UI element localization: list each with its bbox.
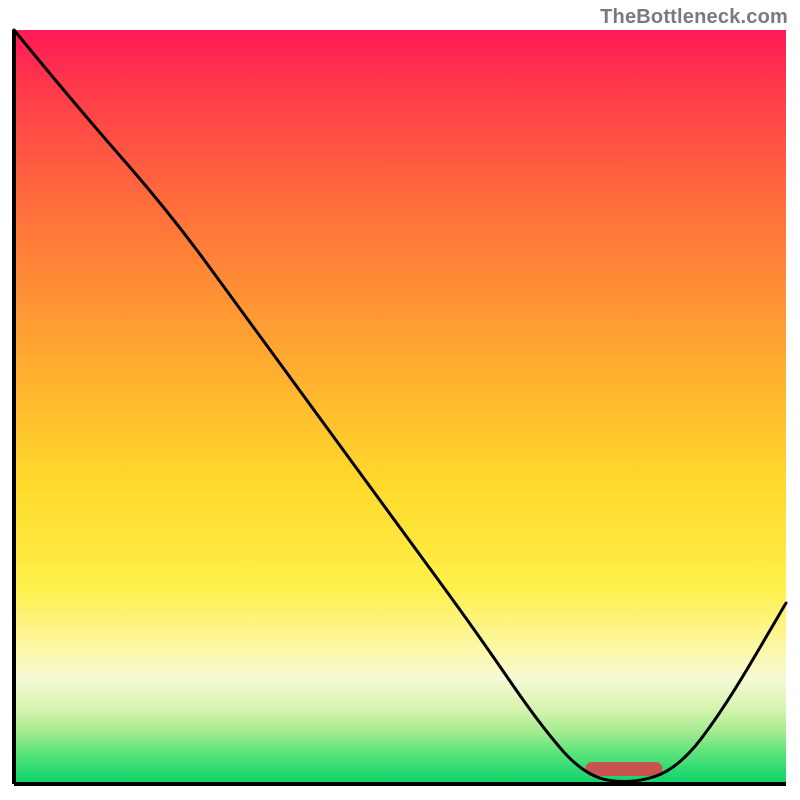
watermark-text: TheBottleneck.com (600, 6, 788, 29)
chart-overlay (14, 30, 786, 784)
bottleneck-curve (14, 30, 786, 781)
chart-container: TheBottleneck.com (0, 0, 800, 800)
optimal-range-marker (585, 762, 662, 776)
optimal-range-rect (585, 762, 662, 776)
bottleneck-curve-path (14, 30, 786, 781)
axes (14, 30, 786, 784)
plot-area (14, 30, 786, 784)
